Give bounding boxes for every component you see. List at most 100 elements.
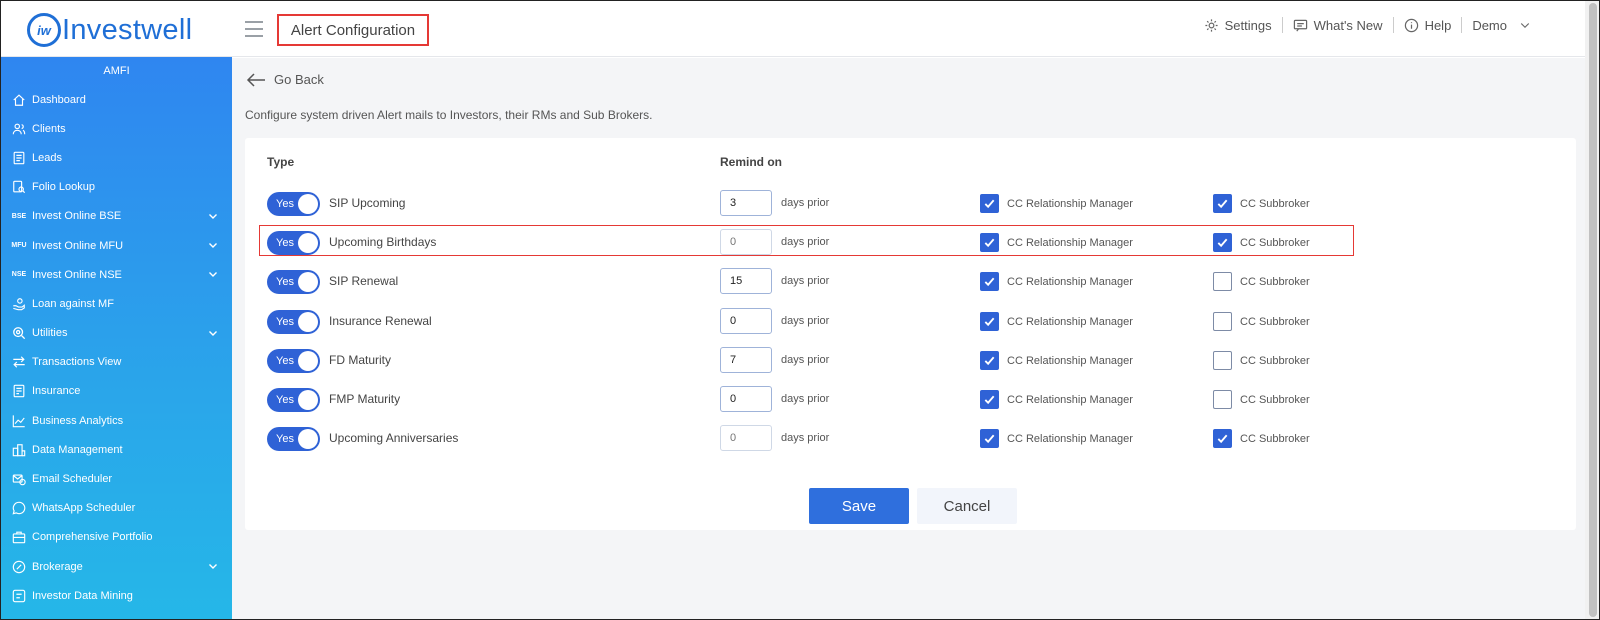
alert-enabled-toggle-fmp-maturity[interactable]: Yes bbox=[267, 388, 320, 412]
sidebar-item-invest-online-bse[interactable]: BSE Invest Online BSE bbox=[1, 202, 232, 231]
cc-subbroker-checkbox[interactable] bbox=[1213, 194, 1232, 213]
brand-logo-mark: iw bbox=[27, 13, 61, 47]
main-content: Go Back Configure system driven Alert ma… bbox=[232, 58, 1585, 619]
alert-enabled-toggle-upcoming-birthdays[interactable]: Yes bbox=[267, 231, 320, 256]
alert-enabled-toggle-insurance-renewal[interactable]: Yes bbox=[267, 309, 320, 334]
alert-enabled-toggle-sip-renewal[interactable]: Yes bbox=[267, 270, 320, 295]
cc-relationship-manager-checkbox[interactable] bbox=[980, 429, 999, 449]
alert-row: Yes Insurance Renewal days prior CC Relatio… bbox=[245, 305, 1576, 341]
scrollbar-thumb[interactable] bbox=[1589, 3, 1597, 617]
days-prior-input-upcoming-birthdays[interactable] bbox=[720, 229, 772, 256]
sidebar-item-loan-against-mf[interactable]: Loan against MF bbox=[1, 289, 232, 318]
sidebar: AMFI Dashboard Clients Leads Folio Lookup BS… bbox=[1, 57, 232, 619]
cc-subbroker-checkbox[interactable] bbox=[1213, 390, 1232, 409]
sidebar-item-whatsapp-scheduler[interactable]: WhatsApp Scheduler bbox=[1, 494, 232, 523]
cancel-button[interactable]: Cancel bbox=[917, 488, 1017, 524]
whats-new-link[interactable]: What's New bbox=[1283, 18, 1393, 33]
cc-relationship-manager-label: CC Relationship Manager bbox=[1007, 394, 1133, 406]
settings-link[interactable]: Settings bbox=[1194, 18, 1282, 33]
cc-subbroker-checkbox[interactable] bbox=[1213, 350, 1232, 370]
sidebar-item-invest-online-nse[interactable]: NSE Invest Online NSE bbox=[1, 260, 232, 289]
cc-subbroker-label: CC Subbroker bbox=[1240, 276, 1310, 289]
alert-type-name: Insurance Renewal bbox=[329, 313, 432, 328]
cc-relationship-manager-checkbox[interactable] bbox=[980, 311, 999, 331]
alert-enabled-toggle-fd-maturity[interactable]: Yes bbox=[267, 348, 320, 373]
sidebar-item-data-management[interactable]: Data Management bbox=[1, 435, 232, 464]
cc-subbroker-checkbox[interactable] bbox=[1213, 233, 1232, 253]
cc-relationship-manager-checkbox[interactable] bbox=[980, 272, 999, 292]
chevron-down-icon[interactable] bbox=[208, 240, 218, 250]
days-prior-input-sip-upcoming[interactable] bbox=[720, 190, 772, 216]
toggle-knob bbox=[298, 390, 318, 410]
page-description: Configure system driven Alert mails to I… bbox=[245, 108, 653, 122]
toggle-knob bbox=[298, 194, 318, 214]
help-link[interactable]: Help bbox=[1394, 18, 1462, 33]
sidebar-item-folio-lookup[interactable]: Folio Lookup bbox=[1, 173, 232, 202]
toggle-label: Yes bbox=[276, 354, 294, 367]
page-title: Alert Configuration bbox=[277, 14, 429, 46]
sidebar-item-utilities[interactable]: Utilities bbox=[1, 319, 232, 348]
days-prior-input-sip-renewal[interactable] bbox=[720, 268, 772, 295]
days-prior-label: days prior bbox=[781, 197, 830, 209]
sidebar-item-comprehensive-portfolio[interactable]: Comprehensive Portfolio bbox=[1, 523, 232, 552]
alert-row: Yes FD Maturity days prior CC Relationship … bbox=[245, 344, 1576, 380]
utilities-icon bbox=[11, 325, 27, 341]
alert-config-card: Type Remind on Yes SIP Upcoming days prior… bbox=[245, 138, 1576, 530]
sidebar-item-clients[interactable]: Clients bbox=[1, 114, 232, 143]
sidebar-item-dashboard[interactable]: Dashboard bbox=[1, 85, 232, 114]
cc-relationship-manager-checkbox[interactable] bbox=[980, 233, 999, 253]
chevron-down-icon[interactable] bbox=[208, 269, 218, 279]
chevron-down-icon[interactable] bbox=[208, 328, 218, 338]
user-menu[interactable]: Demo bbox=[1462, 18, 1541, 33]
sidebar-item-business-analytics[interactable]: Business Analytics bbox=[1, 406, 232, 435]
cc-subbroker-checkbox[interactable] bbox=[1213, 272, 1232, 292]
insurance-icon bbox=[11, 383, 27, 399]
sidebar-item-transactions-view[interactable]: Transactions View bbox=[1, 348, 232, 377]
sidebar-item-brokerage[interactable]: Brokerage bbox=[1, 552, 232, 581]
alert-enabled-toggle-sip-upcoming[interactable]: Yes bbox=[267, 192, 320, 216]
cc-relationship-manager-label: CC Relationship Manager bbox=[1007, 354, 1133, 367]
cc-relationship-manager-checkbox[interactable] bbox=[980, 194, 999, 213]
users-icon bbox=[11, 121, 27, 137]
loan-icon bbox=[11, 296, 27, 312]
go-back-label: Go Back bbox=[274, 72, 324, 87]
cc-subbroker-checkbox[interactable] bbox=[1213, 429, 1232, 449]
save-button[interactable]: Save bbox=[809, 488, 909, 524]
sidebar-item-investor-data-mining[interactable]: Investor Data Mining bbox=[1, 581, 232, 610]
toggle-label: Yes bbox=[276, 198, 294, 210]
chevron-down-icon bbox=[1520, 23, 1530, 29]
sidebar-item-email-scheduler[interactable]: Email Scheduler bbox=[1, 464, 232, 493]
chevron-down-icon[interactable] bbox=[208, 211, 218, 221]
settings-label: Settings bbox=[1224, 17, 1272, 33]
toggle-knob bbox=[298, 429, 318, 450]
days-prior-input-upcoming-anniversaries[interactable] bbox=[720, 425, 772, 452]
cc-subbroker-label: CC Subbroker bbox=[1240, 315, 1310, 328]
sidebar-item-invest-online-mfu[interactable]: MFU Invest Online MFU bbox=[1, 231, 232, 260]
help-label: Help bbox=[1424, 17, 1452, 33]
data-management-icon bbox=[11, 442, 27, 458]
gear-icon bbox=[1205, 18, 1218, 32]
sidebar-item-label: Comprehensive Portfolio bbox=[32, 531, 153, 544]
toggle-label: Yes bbox=[276, 237, 294, 250]
sidebar-item-label: Utilities bbox=[32, 327, 68, 340]
sidebar-item-insurance[interactable]: Insurance bbox=[1, 377, 232, 406]
sidebar-nav: Dashboard Clients Leads Folio Lookup BSE Inve… bbox=[1, 85, 232, 610]
sidebar-item-label: Investor Data Mining bbox=[32, 589, 133, 602]
sidebar-item-label: Email Scheduler bbox=[32, 473, 113, 486]
toggle-label: Yes bbox=[276, 394, 294, 406]
alert-enabled-toggle-upcoming-anniversaries[interactable]: Yes bbox=[267, 427, 320, 452]
cc-relationship-manager-checkbox[interactable] bbox=[980, 390, 999, 409]
cc-relationship-manager-checkbox[interactable] bbox=[980, 350, 999, 370]
days-prior-input-insurance-renewal[interactable] bbox=[720, 307, 772, 334]
chevron-down-icon[interactable] bbox=[208, 561, 218, 571]
toggle-label: Yes bbox=[276, 433, 294, 446]
brand-logo[interactable]: iw Investwell bbox=[27, 13, 192, 47]
toggle-knob bbox=[298, 311, 318, 332]
days-prior-input-fd-maturity[interactable] bbox=[720, 346, 772, 373]
sidebar-item-leads[interactable]: Leads bbox=[1, 143, 232, 172]
days-prior-input-fmp-maturity[interactable] bbox=[720, 386, 772, 412]
menu-toggle-icon[interactable] bbox=[245, 21, 263, 37]
cc-subbroker-checkbox[interactable] bbox=[1213, 311, 1232, 331]
go-back-link[interactable]: Go Back bbox=[246, 72, 324, 87]
page-scrollbar[interactable] bbox=[1585, 1, 1599, 619]
